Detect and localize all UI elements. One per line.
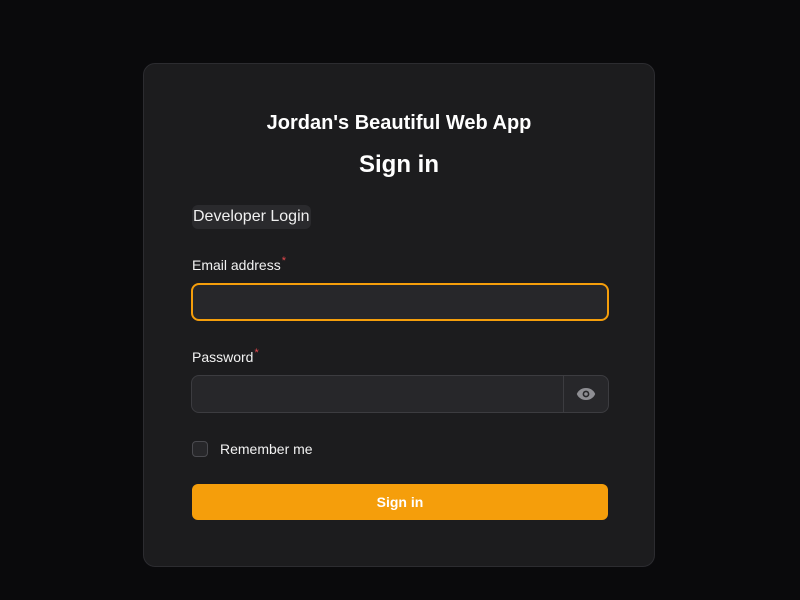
remember-me-label[interactable]: Remember me <box>220 441 313 457</box>
email-label: Email address* <box>192 255 286 274</box>
sign-in-card: Jordan's Beautiful Web App Sign in Devel… <box>143 63 655 567</box>
remember-me-row: Remember me <box>192 440 313 458</box>
email-label-text: Email address <box>192 257 281 273</box>
sign-in-button[interactable]: Sign in <box>192 484 608 520</box>
password-field-wrapper <box>191 375 609 413</box>
email-required-marker: * <box>281 255 286 267</box>
eye-icon <box>576 388 596 400</box>
developer-login-button[interactable]: Developer Login <box>192 205 311 229</box>
remember-me-checkbox[interactable] <box>192 441 208 457</box>
show-password-button[interactable] <box>563 376 608 412</box>
password-label: Password* <box>192 347 259 366</box>
email-field[interactable] <box>191 283 609 321</box>
app-title: Jordan's Beautiful Web App <box>266 112 532 134</box>
password-label-text: Password <box>192 349 254 365</box>
password-required-marker: * <box>254 347 259 359</box>
page-title: Sign in <box>359 151 439 178</box>
password-field[interactable] <box>192 376 564 412</box>
